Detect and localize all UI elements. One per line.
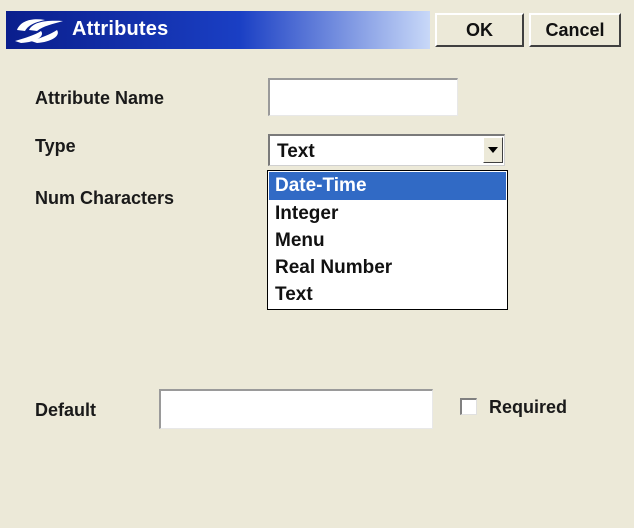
chevron-down-icon <box>488 147 498 153</box>
type-select-value: Text <box>277 141 315 162</box>
type-option-integer[interactable]: Integer <box>269 200 506 228</box>
title-bar: Attributes <box>6 11 430 49</box>
type-dropdown-list: Date-Time Integer Menu Real Number Text <box>267 170 508 310</box>
num-characters-label: Num Characters <box>35 188 175 208</box>
ok-button[interactable]: OK <box>435 13 524 47</box>
type-label: Type <box>35 136 76 156</box>
attribute-name-label: Attribute Name <box>35 88 165 108</box>
required-label: Required <box>489 397 568 417</box>
window-title: Attributes <box>72 18 169 40</box>
type-option-text[interactable]: Text <box>269 281 506 309</box>
attribute-name-input[interactable] <box>268 78 458 116</box>
default-input[interactable] <box>159 389 433 429</box>
cancel-button[interactable]: Cancel <box>529 13 621 47</box>
app-logo-icon <box>15 19 63 43</box>
type-option-real-number[interactable]: Real Number <box>269 254 506 282</box>
attributes-dialog: Attributes OK Cancel Attribute Name Type… <box>0 0 634 528</box>
type-option-date-time[interactable]: Date-Time <box>269 172 506 200</box>
type-select-dropdown-button[interactable] <box>483 137 503 163</box>
type-select[interactable]: Text <box>268 134 505 166</box>
type-option-menu[interactable]: Menu <box>269 227 506 255</box>
default-label: Default <box>35 400 97 420</box>
required-checkbox[interactable] <box>460 398 477 415</box>
